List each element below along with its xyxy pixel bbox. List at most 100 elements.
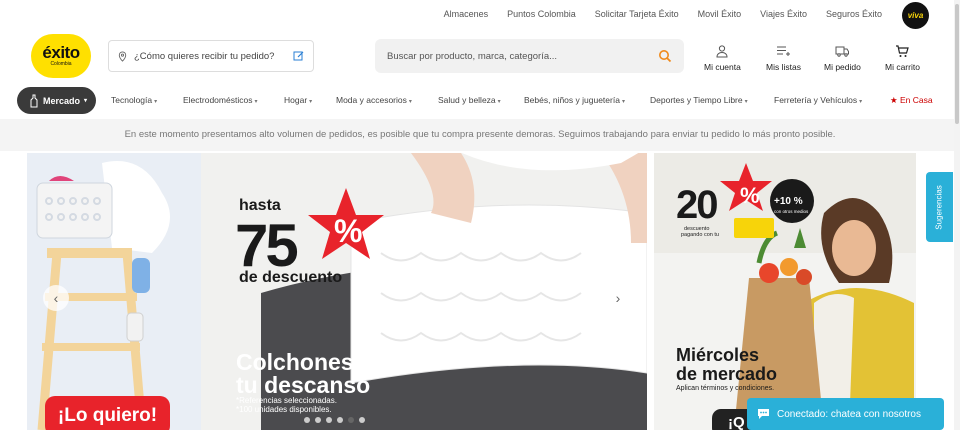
chevron-down-icon: ▾ bbox=[408, 99, 412, 105]
my-account-label: Mi cuenta bbox=[704, 62, 741, 72]
banner-right-extra-sub: con otros medios bbox=[774, 209, 809, 214]
search-icon[interactable] bbox=[658, 49, 672, 63]
banner-right-discount: 20 bbox=[676, 183, 718, 227]
search-input[interactable]: Buscar por producto, marca, categoría... bbox=[375, 39, 684, 73]
nav-item-deportes[interactable]: Deportes y Tiempo Libre ▾ bbox=[650, 95, 748, 105]
my-order-button[interactable]: Mi pedido bbox=[824, 44, 861, 72]
top-link-puntos-colombia[interactable]: Puntos Colombia bbox=[507, 9, 576, 19]
viva-logo[interactable]: viva bbox=[902, 2, 929, 29]
my-order-label: Mi pedido bbox=[824, 62, 861, 72]
nav-item-label: Hogar bbox=[284, 95, 308, 105]
scrollbar-thumb[interactable] bbox=[955, 4, 959, 124]
nav-item-mercado[interactable]: Mercado ▾ bbox=[17, 87, 96, 114]
banner-main-percent: % bbox=[334, 213, 363, 249]
chat-bubble-icon bbox=[758, 409, 769, 419]
logo-sub: Colombia bbox=[50, 61, 72, 67]
category-nav: Mercado ▾ Tecnología ▾ Electrodomésticos ▾… bbox=[0, 87, 960, 115]
search-placeholder: Buscar por producto, marca, categoría... bbox=[387, 50, 558, 62]
user-icon bbox=[716, 45, 728, 58]
carousel-dot[interactable] bbox=[315, 417, 321, 423]
nav-item-electrodomesticos[interactable]: Electrodomésticos ▾ bbox=[183, 95, 257, 105]
nav-item-label: Moda y accesorios bbox=[336, 95, 407, 105]
nav-item-ferreteria[interactable]: Ferretería y Vehículos ▾ bbox=[774, 95, 862, 105]
top-link-movil-exito[interactable]: Movil Éxito bbox=[698, 9, 742, 19]
my-account-button[interactable]: Mi cuenta bbox=[704, 44, 741, 72]
chevron-right-icon: › bbox=[615, 290, 621, 306]
nav-active-label: Mercado bbox=[43, 95, 81, 106]
chevron-down-icon: ▾ bbox=[154, 99, 158, 105]
page-scrollbar[interactable] bbox=[954, 0, 960, 430]
star-icon: ★ bbox=[890, 95, 900, 105]
banner-main-post: de descuento bbox=[239, 269, 343, 286]
nav-item-tecnologia[interactable]: Tecnología ▾ bbox=[111, 95, 157, 105]
my-cart-label: Mi carrito bbox=[885, 62, 920, 72]
chevron-down-icon: ▾ bbox=[859, 99, 863, 105]
suggestions-tab-label: Sugerencias bbox=[935, 184, 945, 230]
top-link-almacenes[interactable]: Almacenes bbox=[444, 9, 489, 19]
carousel-dot[interactable] bbox=[359, 417, 365, 423]
chevron-down-icon: ▾ bbox=[254, 99, 258, 105]
top-bar: Almacenes Puntos Colombia Solicitar Tarj… bbox=[0, 0, 960, 30]
nav-item-salud[interactable]: Salud y belleza ▾ bbox=[438, 95, 501, 105]
nav-item-bebes[interactable]: Bebés, niños y juguetería ▾ bbox=[524, 95, 625, 105]
cart-icon bbox=[896, 45, 910, 57]
nav-item-label: Salud y belleza bbox=[438, 95, 496, 105]
nav-item-hogar[interactable]: Hogar ▾ bbox=[284, 95, 312, 105]
top-link-seguros-exito[interactable]: Seguros Éxito bbox=[826, 9, 882, 19]
nav-item-label: Deportes y Tiempo Libre bbox=[650, 95, 743, 105]
my-lists-button[interactable]: Mis listas bbox=[766, 44, 801, 72]
banner-right[interactable]: 20 % +10 % con otros medios descuento pa… bbox=[654, 153, 916, 430]
truck-icon bbox=[835, 46, 850, 57]
nav-item-en-casa[interactable]: ★ En Casa bbox=[890, 95, 933, 106]
chevron-down-icon: ▾ bbox=[309, 99, 313, 105]
carousel-next-button[interactable]: › bbox=[605, 285, 631, 311]
nav-item-moda[interactable]: Moda y accesorios ▾ bbox=[336, 95, 412, 105]
carousel-prev-button[interactable]: ‹ bbox=[43, 285, 69, 311]
notice-text: En este momento presentamos alto volumen… bbox=[124, 129, 836, 140]
carousel-dot[interactable] bbox=[326, 417, 332, 423]
nav-item-label: En Casa bbox=[899, 95, 933, 105]
suggestions-tab[interactable]: Sugerencias bbox=[926, 172, 953, 242]
banner-left-cta-label: ¡Lo quiero! bbox=[57, 405, 158, 426]
chevron-left-icon: ‹ bbox=[53, 290, 59, 306]
carousel-dots bbox=[304, 417, 365, 423]
banner-left[interactable]: ‹ ¡Lo quiero! bbox=[27, 153, 201, 430]
list-icon bbox=[777, 46, 791, 56]
bottle-icon bbox=[30, 94, 38, 107]
nav-item-label: Tecnología bbox=[111, 95, 153, 105]
carousel-dot[interactable] bbox=[304, 417, 310, 423]
my-lists-label: Mis listas bbox=[766, 62, 801, 72]
banner-main[interactable]: hasta 75 % de descuento Colchones para t… bbox=[201, 153, 647, 430]
top-link-tarjeta-exito[interactable]: Solicitar Tarjeta Éxito bbox=[595, 9, 679, 19]
nav-item-label: Electrodomésticos bbox=[183, 95, 253, 105]
banner-main-note2: *100 unidades disponibles. bbox=[236, 405, 332, 414]
banner-right-title1: Miércoles bbox=[676, 345, 760, 365]
delivery-selector[interactable]: ¿Cómo quieres recibir tu pedido? bbox=[108, 40, 314, 72]
exito-logo[interactable]: éxito Colombia bbox=[31, 34, 91, 78]
edit-icon[interactable] bbox=[293, 50, 305, 62]
chevron-down-icon: ▾ bbox=[84, 98, 88, 104]
banner-right-percent: % bbox=[740, 183, 760, 208]
viva-label: viva bbox=[907, 11, 924, 20]
nav-item-label: Ferretería y Vehículos bbox=[774, 95, 858, 105]
nav-item-label: Bebés, niños y juguetería bbox=[524, 95, 620, 105]
banner-main-note1: *Referencias seleccionadas. bbox=[236, 396, 337, 405]
banner-right-title2: de mercado bbox=[676, 364, 778, 384]
banner-right-terms: Aplican términos y condiciones. bbox=[676, 385, 775, 392]
carousel-dot[interactable] bbox=[337, 417, 343, 423]
chat-label: Conectado: chatea con nosotros bbox=[777, 408, 921, 420]
chevron-down-icon: ▾ bbox=[621, 99, 625, 105]
banner-main-title2: tu descanso bbox=[236, 372, 371, 398]
notice-banner: En este momento presentamos alto volumen… bbox=[0, 119, 960, 151]
chevron-down-icon: ▾ bbox=[744, 99, 748, 105]
my-cart-button[interactable]: Mi carrito bbox=[885, 44, 920, 72]
top-links: Almacenes Puntos Colombia Solicitar Tarj… bbox=[444, 9, 882, 19]
carousel-dot-active[interactable] bbox=[348, 417, 354, 423]
banner-right-extra: +10 % bbox=[774, 196, 803, 207]
chat-button[interactable]: Conectado: chatea con nosotros bbox=[747, 398, 944, 430]
banner-right-cta-label: ¡Q bbox=[728, 414, 745, 430]
banner-left-cta[interactable]: ¡Lo quiero! bbox=[45, 396, 170, 430]
delivery-text: ¿Cómo quieres recibir tu pedido? bbox=[134, 50, 275, 62]
top-link-viajes-exito[interactable]: Viajes Éxito bbox=[760, 9, 807, 19]
banner-right-small2: pagando con tu bbox=[681, 232, 719, 238]
